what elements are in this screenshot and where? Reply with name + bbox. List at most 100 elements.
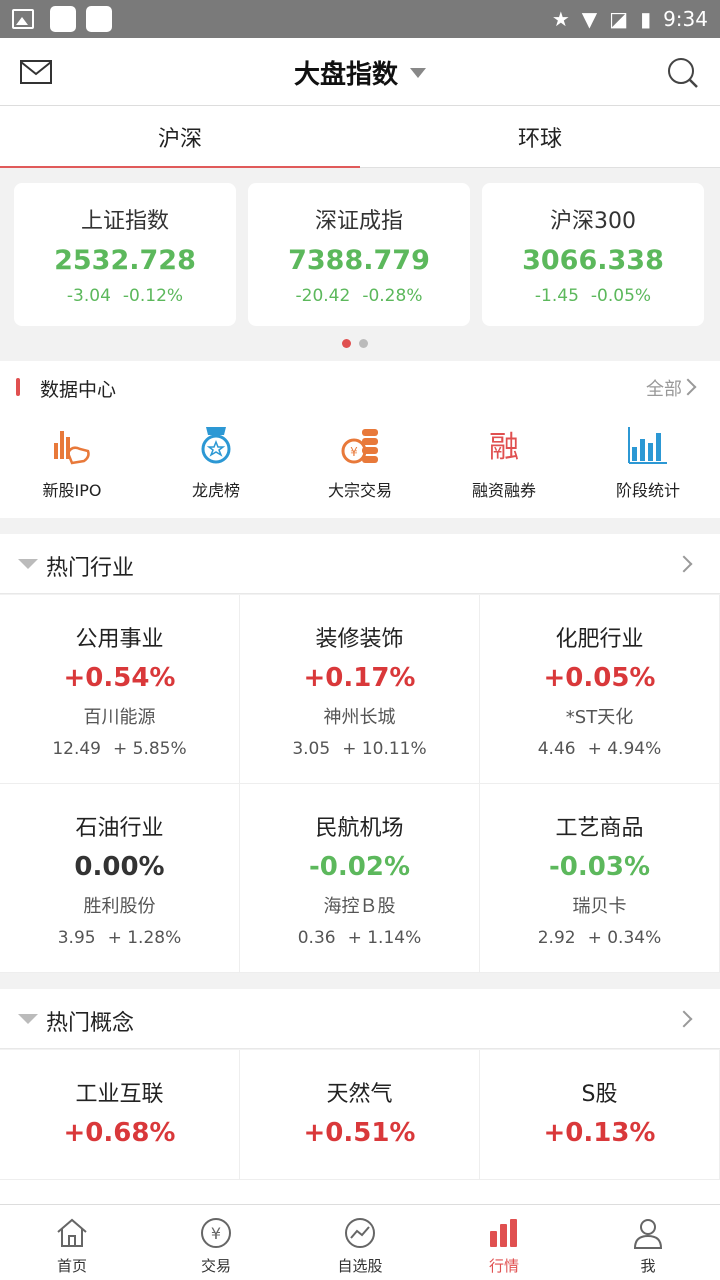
index-card-shanghai[interactable]: 上证指数 2532.728 -3.04 -0.12%: [14, 183, 236, 326]
stock-pct: + 1.28%: [107, 928, 182, 948]
carousel-dots: [342, 339, 368, 348]
section-accent-bar: [16, 378, 20, 396]
index-change: -3.04: [66, 286, 111, 306]
concept-name: 工业互联: [75, 1082, 164, 1107]
coins-icon: ¥: [341, 429, 378, 464]
hot-concept-grid: 工业互联 +0.68% 天然气 +0.51% S股 +0.13%: [0, 1050, 720, 1204]
status-time: 9:34: [663, 7, 708, 31]
index-pct: -0.05%: [590, 286, 652, 306]
industry-name: 装修装饰: [315, 627, 404, 652]
leading-stock: 神州长城: [323, 707, 396, 728]
concept-cell[interactable]: S股 +0.13%: [480, 1050, 720, 1180]
data-item-label: 阶段统计: [615, 481, 680, 500]
bottom-nav: 首页 ¥ 交易 自选股 行情 我: [0, 1204, 720, 1280]
app-notification-icon: [50, 6, 76, 32]
stock-pct: + 0.34%: [587, 928, 662, 948]
data-item-stage-stats[interactable]: 阶段统计: [576, 423, 720, 501]
stock-price: 4.46: [537, 739, 576, 759]
nav-trade[interactable]: ¥ 交易: [144, 1205, 288, 1280]
index-selector[interactable]: 大盘指数: [0, 38, 720, 106]
concept-cell[interactable]: 天然气 +0.51%: [240, 1050, 480, 1180]
industry-name: 公用事业: [75, 627, 164, 652]
stock-price: 2.92: [537, 928, 576, 948]
stock-price: 12.49: [52, 739, 101, 759]
nav-home[interactable]: 首页: [0, 1205, 144, 1280]
chevron-right-icon[interactable]: [675, 1010, 693, 1028]
data-item-label: 大宗交易: [327, 481, 392, 500]
index-card-shenzhen[interactable]: 深证成指 7388.779 -20.42 -0.28%: [248, 183, 470, 326]
data-item-label: 融资融券: [471, 481, 536, 500]
data-item-ipo[interactable]: 新股IPO: [0, 423, 144, 501]
hot-industry-header[interactable]: 热门行业: [0, 534, 720, 594]
home-icon: [57, 1218, 87, 1247]
yen-icon: ¥: [201, 1218, 231, 1248]
tab-hushen[interactable]: 沪深: [0, 106, 360, 168]
bar-stats-icon: [628, 427, 667, 464]
stock-pct: + 1.14%: [347, 928, 422, 948]
svg-text:¥: ¥: [211, 1224, 221, 1243]
index-card-csi300[interactable]: 沪深300 3066.338 -1.45 -0.05%: [482, 183, 704, 326]
concept-name: S股: [581, 1082, 618, 1107]
nav-market[interactable]: 行情: [432, 1205, 576, 1280]
data-item-block-trade[interactable]: ¥ 大宗交易: [288, 423, 432, 501]
industry-name: 工艺商品: [555, 816, 644, 841]
status-bar: ★ ▼ ◪ ▮ 9:34: [0, 0, 720, 38]
data-center-title: 数据中心: [40, 379, 117, 401]
industry-pct: -0.03%: [549, 852, 650, 882]
stock-pct: + 4.94%: [587, 739, 662, 759]
leading-stock: 胜利股份: [83, 896, 156, 917]
page-title: 大盘指数: [293, 59, 398, 90]
svg-text:¥: ¥: [350, 445, 358, 459]
data-item-label: 新股IPO: [42, 481, 102, 500]
data-item-dragon-tiger[interactable]: 龙虎榜: [144, 423, 288, 501]
industry-cell[interactable]: 民航机场 -0.02% 海控Ｂ股 0.36 + 1.14%: [240, 784, 480, 973]
index-carousel: 上证指数 2532.728 -3.04 -0.12% 深证成指 7388.779 …: [0, 168, 720, 360]
industry-name: 化肥行业: [555, 627, 644, 652]
industry-cell[interactable]: 化肥行业 +0.05% *ST天化 4.46 + 4.94%: [480, 595, 720, 784]
dropdown-caret-icon: [410, 68, 426, 78]
index-name: 上证指数: [80, 209, 169, 234]
leading-stock: 百川能源: [83, 707, 156, 728]
concept-pct: +0.51%: [303, 1118, 416, 1148]
chevron-right-icon[interactable]: [679, 378, 697, 396]
index-value: 7388.779: [288, 245, 430, 276]
title-bar: 大盘指数: [0, 38, 720, 106]
index-value: 2532.728: [54, 245, 196, 276]
chevron-right-icon[interactable]: [675, 555, 693, 573]
hot-concept-title: 热门概念: [46, 1011, 135, 1036]
margin-icon: 融: [489, 430, 519, 465]
search-icon[interactable]: [667, 57, 699, 89]
view-all-link[interactable]: 全部: [646, 375, 682, 401]
industry-cell[interactable]: 石油行业 0.00% 胜利股份 3.95 + 1.28%: [0, 784, 240, 973]
hot-concept-header[interactable]: 热门概念: [0, 989, 720, 1049]
data-item-margin[interactable]: 融 融资融券: [432, 423, 576, 501]
tab-global[interactable]: 环球: [360, 106, 720, 167]
index-change: -1.45: [534, 286, 579, 306]
index-name: 深证成指: [314, 209, 403, 234]
person-icon: [633, 1219, 663, 1249]
data-item-label: 龙虎榜: [191, 481, 240, 500]
ipo-hand-icon: [54, 431, 90, 465]
carousel-dot-active: [342, 339, 351, 348]
index-change: -20.42: [295, 286, 351, 306]
stock-pct: + 10.11%: [342, 739, 427, 759]
concept-cell[interactable]: 工业互联 +0.68%: [0, 1050, 240, 1180]
star-icon: ★: [551, 7, 570, 31]
nav-me[interactable]: 我: [576, 1205, 720, 1280]
nav-watchlist[interactable]: 自选股: [288, 1205, 432, 1280]
app-notification-icon-2: [86, 6, 112, 32]
svg-text:融: 融: [489, 430, 519, 465]
industry-cell[interactable]: 装修装饰 +0.17% 神州长城 3.05 + 10.11%: [240, 595, 480, 784]
industry-cell[interactable]: 公用事业 +0.54% 百川能源 12.49 + 5.85%: [0, 595, 240, 784]
index-name: 沪深300: [550, 209, 636, 234]
industry-cell[interactable]: 工艺商品 -0.03% 瑞贝卡 2.92 + 0.34%: [480, 784, 720, 973]
nav-label: 我: [640, 1257, 656, 1275]
collapse-triangle-icon: [18, 1014, 38, 1024]
market-tabs: 沪深 环球: [0, 106, 720, 168]
data-center-header: 数据中心 全部: [0, 361, 720, 415]
concept-pct: +0.13%: [543, 1118, 656, 1148]
index-value: 3066.338: [522, 245, 664, 276]
leading-stock: 海控Ｂ股: [323, 896, 396, 917]
stock-price: 0.36: [297, 928, 336, 948]
industry-pct: -0.02%: [309, 852, 410, 882]
